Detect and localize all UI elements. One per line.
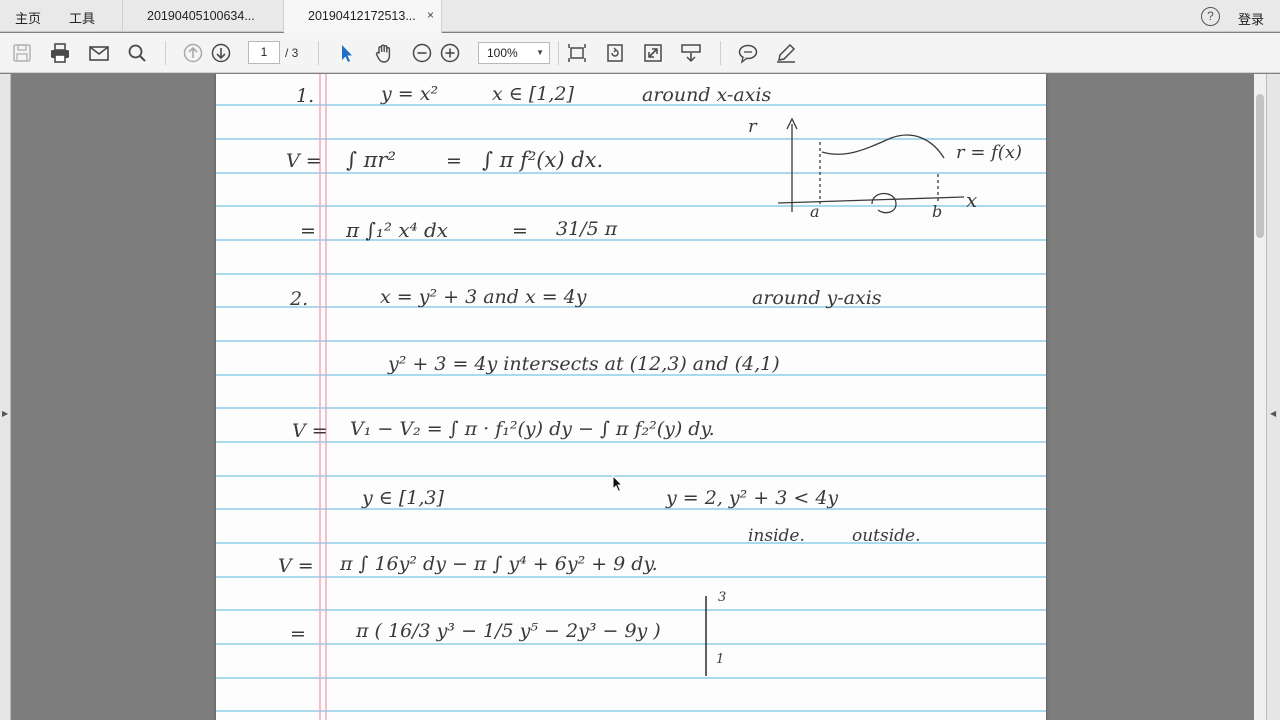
graph-fx-label: r = f(x) bbox=[956, 142, 1022, 163]
previous-page-icon[interactable] bbox=[182, 42, 204, 64]
volume-1-rhs: ∫ π f²(x) dx. bbox=[482, 148, 604, 172]
pdf-page: 1. y = x² x ∈ [1,2] around x-axis V = ∫ … bbox=[216, 74, 1046, 720]
volume-1b-equals-2: = bbox=[512, 220, 528, 242]
email-icon[interactable] bbox=[88, 42, 110, 64]
problem-1-domain: x ∈ [1,2] bbox=[492, 83, 574, 105]
search-icon[interactable] bbox=[126, 42, 148, 64]
chevron-down-icon: ▼ bbox=[536, 48, 544, 57]
toolbar-separator bbox=[318, 41, 319, 65]
problem-2-volume-2-expr: π ∫ 16y² dy − π ∫ y⁴ + 6y² + 9 dy. bbox=[340, 553, 658, 575]
zoom-in-icon[interactable] bbox=[439, 42, 461, 64]
problem-2-volume-3-equals: = bbox=[290, 623, 306, 645]
rotate-page-icon[interactable] bbox=[604, 42, 626, 64]
volume-1-expr: ∫ πr² bbox=[346, 148, 396, 172]
problem-2-outside: outside. bbox=[852, 526, 921, 546]
problem-2-number: 2. bbox=[290, 288, 309, 310]
document-tab-2[interactable]: 20190412172513... × bbox=[284, 0, 442, 33]
login-button[interactable]: 登录 bbox=[1238, 9, 1264, 28]
problem-1-number: 1. bbox=[296, 85, 315, 107]
right-panel-toggle[interactable]: ◀ bbox=[1266, 74, 1280, 720]
comment-icon[interactable] bbox=[737, 42, 759, 64]
problem-1-equation: y = x² bbox=[381, 83, 439, 105]
problem-2-domain: y ∈ [1,3] bbox=[362, 487, 444, 509]
graph-x-label: x bbox=[966, 188, 978, 212]
document-tab-1-label: 20190405100634... bbox=[147, 9, 255, 23]
select-tool-icon[interactable] bbox=[335, 42, 357, 64]
volume-1b-equals: = bbox=[300, 220, 316, 242]
toolbar-separator bbox=[720, 41, 721, 65]
next-page-icon[interactable] bbox=[210, 42, 232, 64]
problem-2-lower-bound: 1 bbox=[716, 652, 725, 667]
problem-2-volume-3-expr: π ( 16/3 y³ − 1/5 y⁵ − 2y³ − 9y ) bbox=[356, 620, 661, 642]
problem-2-intersection: y² + 3 = 4y intersects at (12,3) and (4,… bbox=[388, 353, 780, 375]
fit-page-icon[interactable] bbox=[566, 42, 588, 64]
problem-1-around: around x-axis bbox=[642, 84, 772, 106]
chevron-left-icon: ◀ bbox=[1270, 409, 1277, 418]
home-tab[interactable]: 主页 bbox=[15, 8, 41, 27]
document-viewer[interactable]: ▶ 1. y = x² x ∈ [1,2] around x-axis V = … bbox=[0, 74, 1280, 720]
tools-tab[interactable]: 工具 bbox=[69, 8, 95, 27]
toolbar: 1 / 3 100% ▼ bbox=[0, 33, 1280, 73]
close-icon[interactable]: × bbox=[427, 8, 434, 22]
problem-2-volume-lhs: V = bbox=[292, 420, 328, 442]
page-total: / 3 bbox=[285, 46, 299, 60]
problem-2-equation: x = y² + 3 and x = 4y bbox=[380, 286, 587, 308]
volume-1-lhs: V = bbox=[286, 150, 322, 172]
graph-sketch bbox=[777, 117, 965, 214]
volume-1b-rhs: 31/5 π bbox=[556, 218, 618, 240]
scrollbar-thumb[interactable] bbox=[1256, 94, 1264, 238]
graph-b-label: b bbox=[932, 202, 943, 221]
chevron-right-icon: ▶ bbox=[2, 409, 9, 418]
save-icon[interactable] bbox=[11, 42, 33, 64]
graph-r-label: r bbox=[748, 116, 757, 137]
problem-2-volume-2-lhs: V = bbox=[278, 555, 314, 577]
problem-2-volume-expr: V₁ − V₂ = ∫ π · f₁²(y) dy − ∫ π f₂²(y) d… bbox=[350, 418, 715, 440]
help-icon[interactable]: ? bbox=[1201, 7, 1220, 26]
document-tab-1[interactable]: 20190405100634... bbox=[122, 0, 284, 32]
full-screen-icon[interactable] bbox=[642, 42, 664, 64]
print-icon[interactable] bbox=[49, 42, 71, 64]
graph-a-label: a bbox=[810, 202, 820, 221]
zoom-select[interactable]: 100% ▼ bbox=[478, 42, 550, 64]
mouse-cursor-icon bbox=[612, 474, 624, 498]
toolbar-separator bbox=[558, 41, 559, 65]
zoom-value: 100% bbox=[487, 46, 518, 60]
tab-bar: 主页 工具 20190405100634... 20190412172513..… bbox=[0, 0, 1280, 33]
highlight-pen-icon[interactable] bbox=[775, 42, 797, 64]
scroll-mode-icon[interactable] bbox=[680, 42, 702, 64]
problem-2-upper-bound: 3 bbox=[718, 590, 727, 605]
volume-1-equals: = bbox=[446, 150, 462, 172]
page-number-input[interactable]: 1 bbox=[248, 41, 280, 64]
zoom-out-icon[interactable] bbox=[411, 42, 433, 64]
left-panel-toggle[interactable]: ▶ bbox=[0, 74, 11, 720]
toolbar-separator bbox=[165, 41, 166, 65]
volume-1b-expr: π ∫₁² x⁴ dx bbox=[346, 218, 449, 242]
problem-2-inside: inside. bbox=[748, 526, 805, 546]
problem-2-around: around y-axis bbox=[752, 287, 882, 309]
hand-tool-icon[interactable] bbox=[373, 42, 395, 64]
document-tab-2-label: 20190412172513... bbox=[308, 9, 416, 23]
problem-2-test: y = 2, y² + 3 < 4y bbox=[666, 487, 839, 509]
